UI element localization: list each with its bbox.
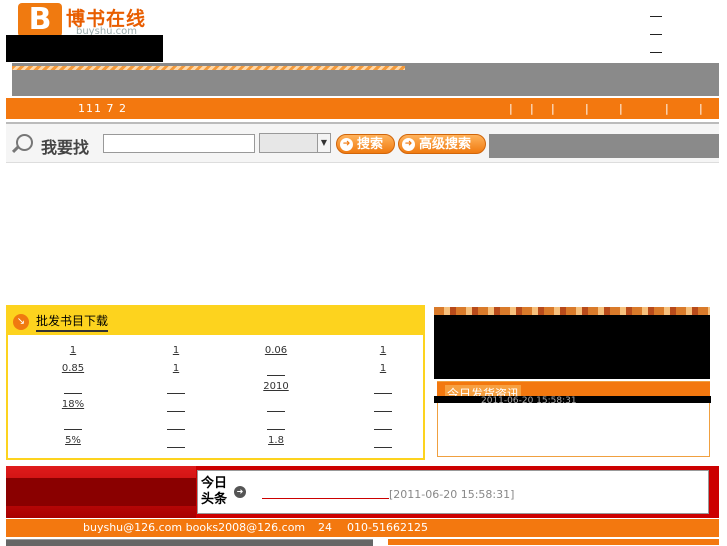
shipping-news-panel: 今日发货资讯 2011-06-20 15:58:31 [434, 381, 711, 457]
nav-separator: | [551, 102, 555, 115]
catalog-cell-link[interactable]: 5% [48, 435, 98, 446]
nav-separator: | [585, 102, 589, 115]
catalog-cell-link[interactable]: 1 [151, 363, 201, 374]
banner-stripe [12, 66, 405, 70]
shipping-date: 2011-06-20 15:58:31 [481, 396, 577, 406]
logo-letter: B [18, 3, 62, 37]
search-category-select[interactable]: ▼ [259, 133, 331, 153]
headline-date: [2011-06-20 15:58:31] [389, 488, 515, 501]
contact-bar: buyshu@126.com books2008@126.com 24 010-… [6, 519, 719, 537]
service-hours: 24 [318, 521, 332, 534]
catalog-cell-link[interactable] [251, 399, 301, 415]
catalog-cell-link[interactable] [151, 435, 201, 451]
advanced-search-label: 高级搜索 [419, 137, 472, 152]
search-button[interactable]: ➜ 搜索 [336, 134, 395, 154]
nav-separator: | [665, 102, 669, 115]
nav-separator: | [530, 102, 534, 115]
search-right-banner [489, 134, 719, 158]
headline-ad-shade [6, 478, 196, 506]
catalog-cell-link[interactable]: 2010 [251, 381, 301, 392]
contact-emails: buyshu@126.com books2008@126.com [83, 521, 306, 534]
nav-numbers: 111 7 2 [78, 102, 127, 115]
catalog-cell-link[interactable]: 1 [48, 345, 98, 356]
nav-separator: | [699, 102, 703, 115]
banner-bar [12, 63, 719, 96]
catalog-cell-link[interactable] [151, 399, 201, 415]
headline-label: 今日头条 [201, 476, 228, 507]
headline-ad[interactable] [6, 466, 196, 518]
nav-separator: | [619, 102, 623, 115]
logo-redacted-block [6, 35, 163, 62]
search-button-label: 搜索 [357, 137, 384, 152]
advanced-search-button[interactable]: ➜ 高级搜索 [398, 134, 486, 154]
search-input[interactable] [103, 134, 255, 153]
catalog-cell-link[interactable]: 0.06 [251, 345, 301, 356]
top-link-3[interactable] [650, 52, 662, 54]
catalog-cell-link[interactable] [358, 417, 408, 433]
chevron-down-icon[interactable]: ▼ [317, 134, 330, 152]
arrow-down-icon: ↘ [13, 314, 29, 330]
promo-image-strip [434, 307, 710, 315]
catalog-cell-link[interactable]: 1 [358, 363, 408, 374]
catalog-cell-link[interactable] [151, 381, 201, 397]
catalog-cell-link[interactable] [251, 417, 301, 433]
panel-title[interactable]: 批发书目下载 [36, 312, 109, 332]
catalog-cell-link[interactable] [151, 417, 201, 433]
site-logo[interactable]: B 博书在线 buyshu.com [6, 0, 163, 62]
catalog-cell-link[interactable]: 0.85 [48, 363, 98, 374]
panel-header: ↘ 批发书目下载 [8, 307, 423, 335]
magnifier-icon [16, 134, 33, 151]
catalog-cell-link[interactable] [358, 381, 408, 397]
catalog-cell-link[interactable] [358, 435, 408, 451]
catalog-cell-link[interactable] [48, 381, 98, 397]
catalog-cell-link[interactable]: 1 [151, 345, 201, 356]
catalog-cell-link[interactable] [358, 399, 408, 415]
arrow-right-icon: ➜ [402, 138, 415, 151]
nav-separator: | [509, 102, 513, 115]
arrow-right-icon: ➜ [234, 486, 246, 498]
catalog-cell-link[interactable] [251, 363, 301, 379]
catalog-cell-link[interactable]: 1.8 [251, 435, 301, 446]
headline-box: 今日头条 ➜ [2011-06-20 15:58:31] [197, 470, 709, 514]
top-link-2[interactable] [650, 34, 662, 36]
headline-link[interactable] [262, 498, 389, 499]
promo-image[interactable] [434, 307, 710, 379]
bottom-right-bar [388, 539, 719, 545]
search-bar: 我要找 ▼ ➜ 搜索 ➜ 高级搜索 [6, 122, 719, 163]
top-link-1[interactable] [650, 16, 662, 18]
catalog-cell-link[interactable] [48, 417, 98, 433]
arrow-right-icon: ➜ [340, 138, 353, 151]
search-label: 我要找 [41, 138, 90, 157]
contact-phone: 010-51662125 [347, 521, 428, 534]
headline-edge [713, 466, 719, 518]
wholesale-catalog-panel: ↘ 批发书目下载 1 1 0.06 1 0.85 1 1 2010 18% 5% 1.8 [6, 305, 425, 460]
catalog-cell-link[interactable]: 18% [48, 399, 98, 410]
catalog-cell-link[interactable]: 1 [358, 345, 408, 356]
main-nav-bar: 111 7 2 | | | | | | | [6, 98, 719, 119]
